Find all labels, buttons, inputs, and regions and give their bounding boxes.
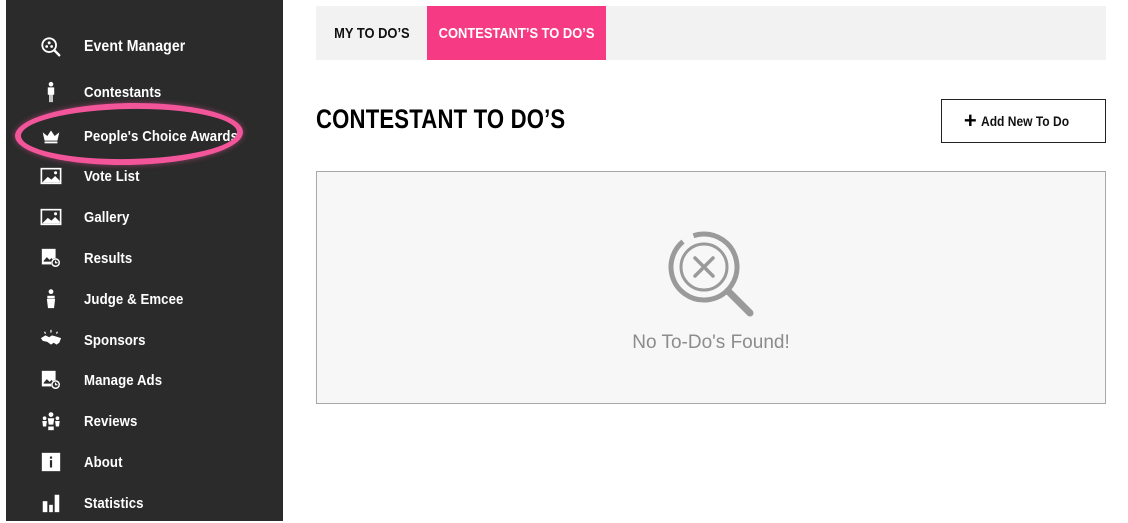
people-group-icon bbox=[39, 409, 63, 433]
search-people-icon bbox=[39, 35, 63, 59]
image-clock-icon bbox=[39, 246, 63, 270]
tab-contestant-todos[interactable]: CONTESTANT’S TO DO’S bbox=[427, 6, 606, 60]
sidebar-item-label: Gallery bbox=[84, 208, 130, 226]
page-title: CONTESTANT TO DO’S bbox=[316, 104, 566, 134]
no-results-search-icon bbox=[668, 231, 754, 317]
sidebar-item-label: Statistics bbox=[84, 494, 144, 512]
sidebar-item-label: Results bbox=[84, 249, 133, 267]
sidebar-item-event-manager[interactable]: Event Manager bbox=[6, 27, 283, 67]
sidebar-item-statistics[interactable]: Statistics bbox=[6, 483, 283, 523]
sidebar-item-sponsors[interactable]: Sponsors bbox=[6, 320, 283, 360]
empty-state-panel: No To-Do's Found! bbox=[316, 171, 1106, 404]
image-clock-icon bbox=[39, 368, 63, 392]
add-new-todo-label: Add New To Do bbox=[980, 113, 1069, 129]
sidebar-item-judge-emcee[interactable]: Judge & Emcee bbox=[6, 279, 283, 319]
empty-state-message: No To-Do's Found! bbox=[632, 332, 790, 353]
sidebar-item-label: Event Manager bbox=[84, 38, 186, 55]
info-icon bbox=[39, 450, 63, 474]
podium-icon bbox=[39, 287, 63, 311]
tab-my-todos[interactable]: MY TO DO’S bbox=[316, 6, 427, 60]
handshake-icon bbox=[39, 328, 63, 352]
sidebar-item-label: Judge & Emcee bbox=[84, 290, 184, 308]
bar-chart-icon bbox=[39, 491, 63, 515]
sidebar-item-about[interactable]: About bbox=[6, 442, 283, 482]
sidebar-item-results[interactable]: Results bbox=[6, 238, 283, 278]
sidebar-item-label: Reviews bbox=[84, 412, 138, 430]
sidebar-item-label: Contestants bbox=[84, 83, 162, 101]
add-new-todo-button[interactable]: + Add New To Do bbox=[941, 99, 1106, 143]
sidebar-item-label: Manage Ads bbox=[84, 371, 163, 389]
sidebar-item-reviews[interactable]: Reviews bbox=[6, 401, 283, 441]
tab-bar: MY TO DO’S CONTESTANT’S TO DO’S bbox=[316, 6, 1106, 60]
person-icon bbox=[39, 80, 63, 104]
sidebar-item-label: About bbox=[84, 453, 123, 471]
image-icon bbox=[39, 205, 63, 229]
sidebar-item-gallery[interactable]: Gallery bbox=[6, 197, 283, 237]
sidebar-item-manage-ads[interactable]: Manage Ads bbox=[6, 360, 283, 400]
image-icon bbox=[39, 164, 63, 188]
plus-icon: + bbox=[963, 108, 977, 133]
sidebar: Event Manager Contestants People's Choic… bbox=[6, 0, 283, 521]
sidebar-item-label: Sponsors bbox=[84, 331, 146, 349]
sidebar-item-label: Vote List bbox=[84, 167, 140, 185]
